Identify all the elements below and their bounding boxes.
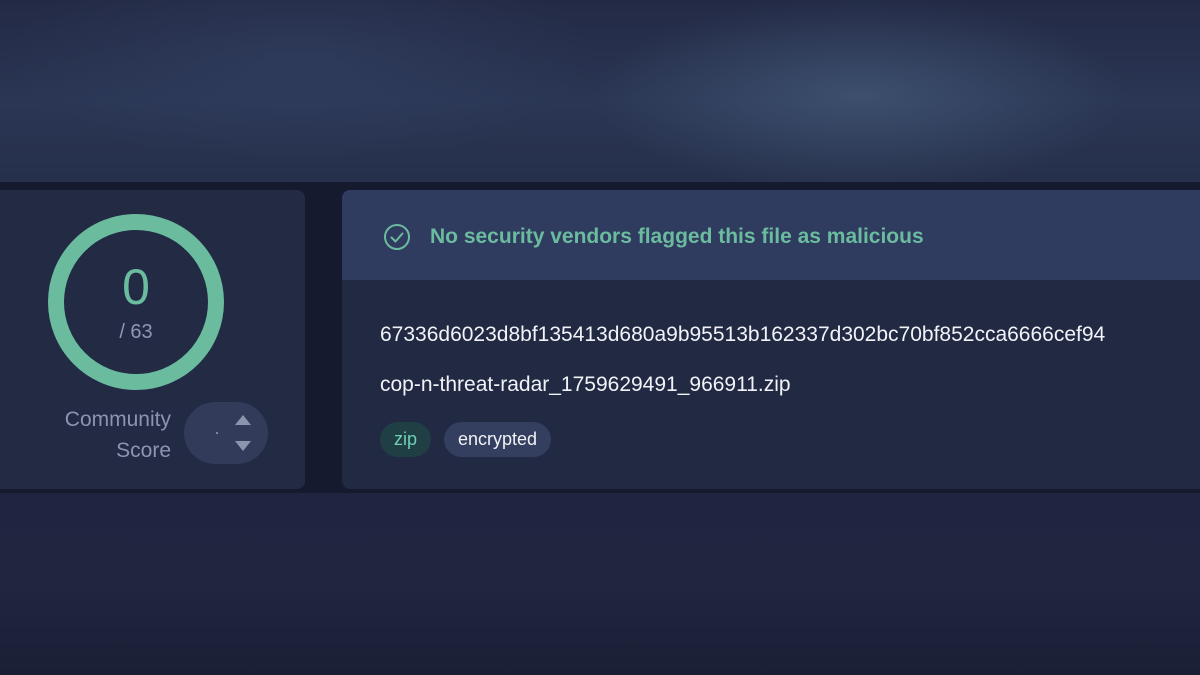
downvote-button[interactable]	[228, 434, 258, 458]
background-bottom	[0, 493, 1200, 675]
file-name: cop-n-threat-radar_1759629491_966911.zip	[380, 373, 791, 396]
detection-score-ring: 0 / 63	[48, 214, 224, 390]
tag-zip[interactable]: zip	[380, 422, 432, 457]
community-vote-value: ·	[214, 422, 220, 442]
community-score-label-line1: Community	[64, 408, 171, 431]
community-score-label-line2: Score	[116, 439, 171, 462]
file-summary-card: No security vendors flagged this file as…	[342, 190, 1200, 489]
detection-count: 0	[122, 259, 150, 315]
tag-encrypted[interactable]: encrypted	[444, 422, 552, 457]
upvote-button[interactable]	[228, 408, 258, 432]
community-score-card: 0 / 63 Community Score ·	[0, 190, 305, 489]
engine-total: / 63	[119, 321, 153, 343]
community-vote-widget: ·	[184, 402, 268, 464]
chevron-down-icon	[235, 441, 251, 451]
background-top	[0, 0, 1200, 182]
detection-verdict-text: No security vendors flagged this file as…	[430, 225, 924, 248]
chevron-up-icon	[235, 415, 251, 425]
check-circle-icon	[384, 224, 410, 250]
file-hash[interactable]: 67336d6023d8bf135413d680a9b95513b162337d…	[380, 321, 1105, 349]
detection-verdict-bar: No security vendors flagged this file as…	[342, 190, 1200, 280]
community-score-label: Community Score	[28, 404, 171, 466]
